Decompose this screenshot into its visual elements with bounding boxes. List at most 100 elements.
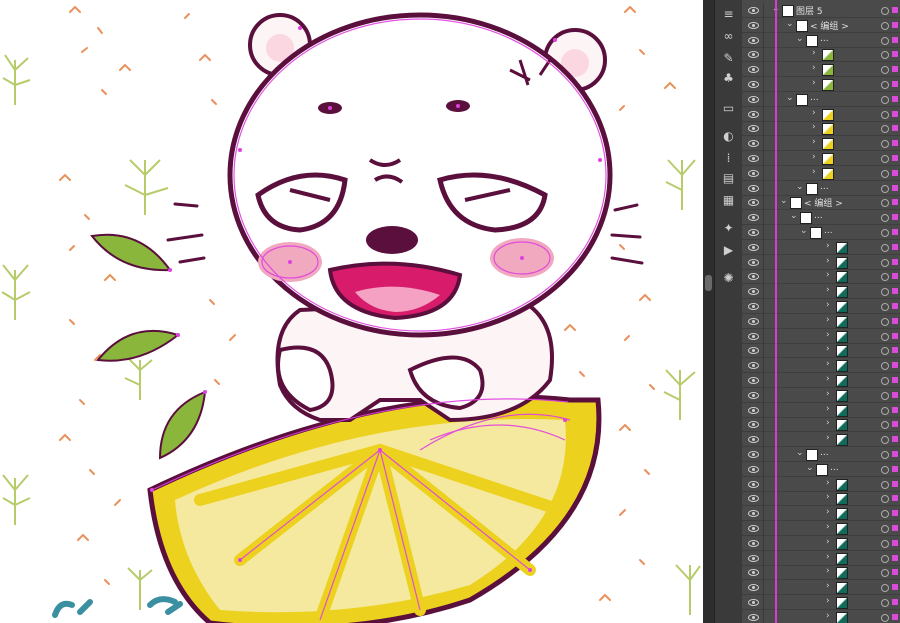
expand-chevron-icon[interactable]: ⌄ xyxy=(786,93,794,103)
visibility-eye-icon[interactable] xyxy=(748,81,759,88)
expand-chevron-icon[interactable]: › xyxy=(826,596,830,606)
selection-square-icon[interactable] xyxy=(892,288,898,295)
sublayer-row[interactable]: › xyxy=(742,609,900,623)
target-circle-icon[interactable] xyxy=(881,169,889,178)
lock-column[interactable] xyxy=(763,136,764,152)
lock-column[interactable] xyxy=(763,476,764,492)
sublayer-row[interactable]: › xyxy=(742,476,900,492)
lock-column[interactable] xyxy=(763,521,764,536)
visibility-eye-icon[interactable] xyxy=(748,406,759,414)
lock-column[interactable] xyxy=(763,32,764,48)
visibility-eye-icon[interactable] xyxy=(748,214,759,222)
lock-column[interactable] xyxy=(763,180,764,196)
expand-chevron-icon[interactable]: › xyxy=(826,433,830,443)
selection-square-icon[interactable] xyxy=(892,258,898,265)
visibility-eye-icon[interactable] xyxy=(748,110,759,118)
target-circle-icon[interactable] xyxy=(881,525,889,533)
selection-square-icon[interactable] xyxy=(892,465,898,472)
visibility-eye-icon[interactable] xyxy=(748,436,759,444)
selection-square-icon[interactable] xyxy=(892,421,898,428)
sublayer-row[interactable]: › xyxy=(742,151,900,166)
target-circle-icon[interactable] xyxy=(881,110,889,119)
align-icon[interactable]: ▤ xyxy=(720,170,737,187)
visibility-eye-icon[interactable] xyxy=(748,243,759,251)
sublayer-row[interactable]: › xyxy=(742,284,900,300)
target-circle-icon[interactable] xyxy=(881,421,889,430)
selection-square-icon[interactable] xyxy=(892,613,898,620)
expand-chevron-icon[interactable]: › xyxy=(812,63,816,73)
sublayer-row[interactable]: › xyxy=(742,402,900,418)
target-circle-icon[interactable] xyxy=(881,347,889,356)
expand-chevron-icon[interactable]: › xyxy=(826,315,830,325)
sublayer-row[interactable]: › xyxy=(742,535,900,551)
selection-square-icon[interactable] xyxy=(892,303,898,309)
lock-column[interactable] xyxy=(763,565,764,581)
visibility-eye-icon[interactable] xyxy=(748,199,759,207)
expand-chevron-icon[interactable]: › xyxy=(812,78,816,88)
expand-chevron-icon[interactable]: › xyxy=(812,48,816,58)
visibility-eye-icon[interactable] xyxy=(748,36,759,44)
expand-chevron-icon[interactable]: › xyxy=(826,418,830,428)
selection-square-icon[interactable] xyxy=(892,51,898,58)
sublayer-row[interactable]: ⌄... xyxy=(742,210,900,226)
expand-chevron-icon[interactable]: ⌄ xyxy=(780,196,788,206)
visibility-eye-icon[interactable] xyxy=(748,21,759,29)
lock-column[interactable] xyxy=(763,343,764,359)
lock-column[interactable] xyxy=(763,210,764,226)
lock-column[interactable] xyxy=(763,402,764,418)
lock-column[interactable] xyxy=(763,121,764,137)
sublayer-row[interactable]: › xyxy=(742,432,900,448)
lock-column[interactable] xyxy=(763,506,764,522)
group-row[interactable]: ⌄ < 编组 > xyxy=(742,195,900,211)
target-circle-icon[interactable] xyxy=(881,495,889,504)
gear-icon[interactable]: ✺ xyxy=(720,270,737,287)
lock-column[interactable] xyxy=(763,432,764,448)
expand-chevron-icon[interactable]: › xyxy=(812,108,816,118)
selection-square-icon[interactable] xyxy=(892,214,898,221)
lock-column[interactable] xyxy=(763,284,764,300)
target-circle-icon[interactable] xyxy=(881,510,889,519)
target-circle-icon[interactable] xyxy=(881,36,889,45)
sublayer-row[interactable]: › xyxy=(742,550,900,566)
target-circle-icon[interactable] xyxy=(881,258,889,267)
target-circle-icon[interactable] xyxy=(881,391,889,400)
lock-column[interactable] xyxy=(763,151,764,166)
selection-square-icon[interactable] xyxy=(892,436,898,443)
shape-icon[interactable]: ▦ xyxy=(720,192,737,209)
visibility-eye-icon[interactable] xyxy=(748,273,759,281)
selection-square-icon[interactable] xyxy=(892,199,898,206)
visibility-eye-icon[interactable] xyxy=(748,613,759,621)
expand-chevron-icon[interactable]: › xyxy=(826,241,830,251)
visibility-eye-icon[interactable] xyxy=(748,332,759,340)
expand-chevron-icon[interactable]: ⌄ xyxy=(800,226,808,236)
lock-column[interactable] xyxy=(763,17,764,33)
target-circle-icon[interactable] xyxy=(881,362,889,371)
expand-chevron-icon[interactable]: › xyxy=(826,300,830,310)
target-circle-icon[interactable] xyxy=(881,584,889,593)
target-circle-icon[interactable] xyxy=(881,554,889,563)
target-circle-icon[interactable] xyxy=(881,95,889,104)
sublayer-row[interactable]: › xyxy=(742,580,900,596)
sublayer-row[interactable]: ⌄... xyxy=(742,461,900,477)
lock-column[interactable] xyxy=(763,417,764,433)
visibility-eye-icon[interactable] xyxy=(748,95,759,103)
selection-square-icon[interactable] xyxy=(892,7,898,13)
target-circle-icon[interactable] xyxy=(881,288,889,297)
sublayer-row[interactable]: › xyxy=(742,239,900,255)
visibility-eye-icon[interactable] xyxy=(748,303,759,310)
selection-square-icon[interactable] xyxy=(892,391,898,398)
selection-square-icon[interactable] xyxy=(892,140,898,147)
selection-square-icon[interactable] xyxy=(892,66,898,73)
sublayer-row[interactable]: ⌄... xyxy=(742,91,900,107)
lock-column[interactable] xyxy=(763,387,764,403)
expand-chevron-icon[interactable]: ⌄ xyxy=(796,34,804,44)
visibility-eye-icon[interactable] xyxy=(748,169,759,177)
visibility-eye-icon[interactable] xyxy=(748,525,759,532)
selection-square-icon[interactable] xyxy=(892,332,898,339)
visibility-eye-icon[interactable] xyxy=(748,258,759,266)
lock-column[interactable] xyxy=(763,461,764,477)
visibility-eye-icon[interactable] xyxy=(748,495,759,503)
sublayer-row[interactable]: › xyxy=(742,254,900,270)
target-circle-icon[interactable] xyxy=(881,21,889,30)
target-circle-icon[interactable] xyxy=(881,66,889,75)
